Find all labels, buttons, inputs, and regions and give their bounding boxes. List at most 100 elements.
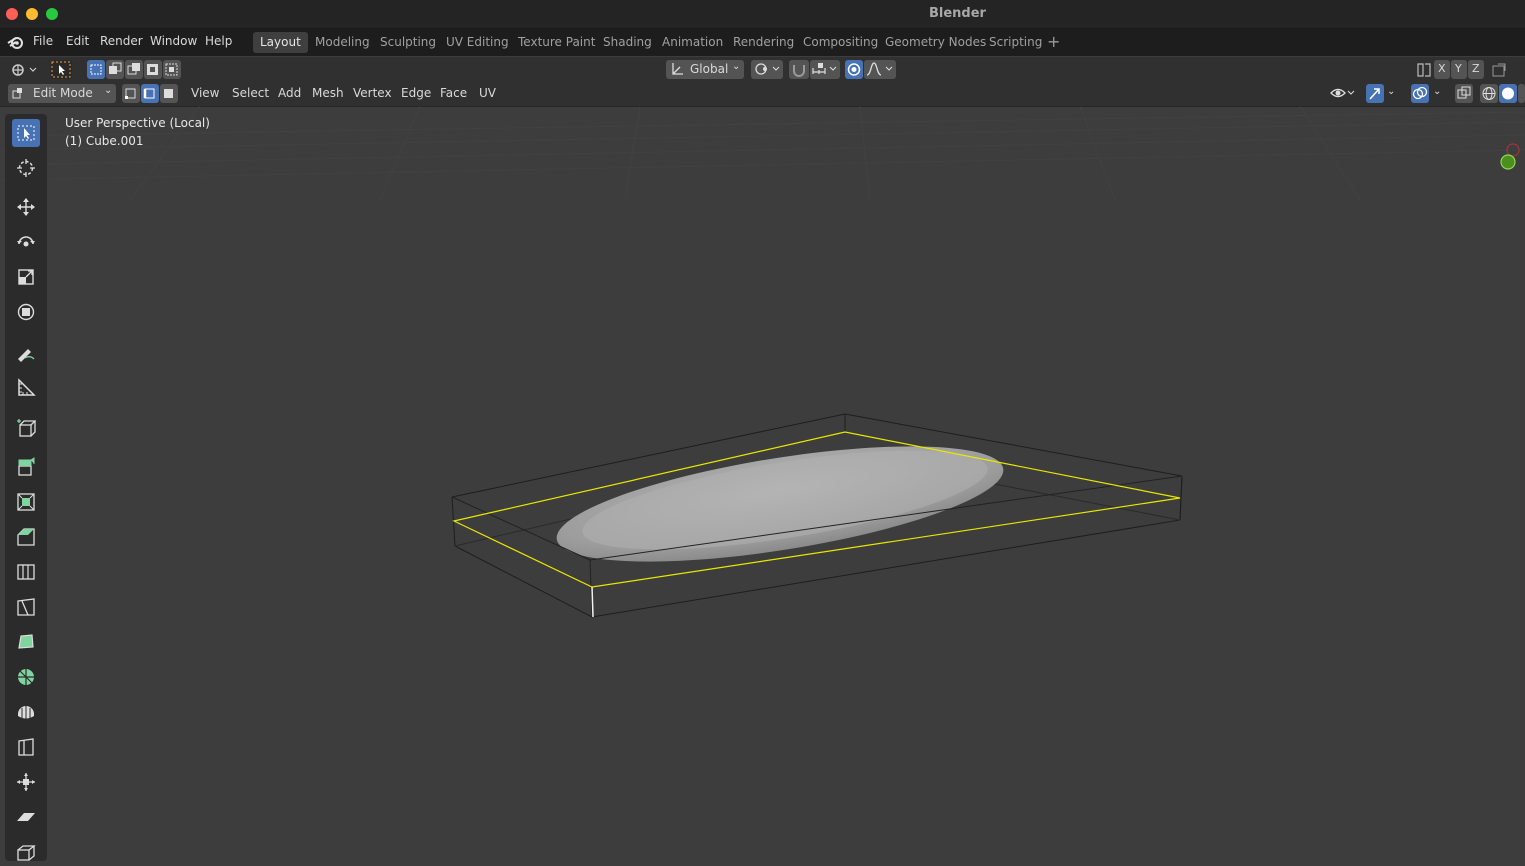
transform-tool[interactable] [12,298,40,326]
blender-logo-icon[interactable] [7,34,24,54]
select-mode-new-icon[interactable] [87,60,105,79]
active-object-label: (1) Cube.001 [65,134,144,148]
tab-modeling[interactable]: Modeling [308,32,377,53]
proportional-editing-toggle[interactable] [845,60,863,79]
rotate-tool[interactable] [12,228,40,256]
select-mode-invert-icon[interactable] [144,60,162,79]
material-shading-icon[interactable] [1518,84,1525,103]
pivot-point-dropdown[interactable] [751,60,783,79]
tab-compositing[interactable]: Compositing [796,32,885,53]
tab-shading[interactable]: Shading [596,32,659,53]
xray-toggle-icon[interactable] [1455,84,1473,103]
move-tool[interactable] [12,193,40,221]
select-box-tool[interactable] [12,119,40,147]
select-box-icon [17,125,35,141]
window-title: Blender [929,6,986,21]
select-mode-subtract-icon[interactable] [125,60,143,79]
menu-file[interactable]: File [33,34,53,48]
tab-scripting[interactable]: Scripting [982,32,1049,53]
mirror-x-toggle[interactable]: X [1434,60,1450,79]
tab-geometry-nodes[interactable]: Geometry Nodes [878,32,993,53]
floor-grid [0,106,1525,201]
knife-tool[interactable] [12,593,40,621]
menu-vertex[interactable]: Vertex [353,86,392,100]
annotate-tool[interactable] [12,339,40,367]
tab-layout[interactable]: Layout [253,32,308,53]
inset-icon [17,493,35,511]
menu-add[interactable]: Add [278,86,301,100]
tab-texture-paint[interactable]: Texture Paint [511,32,602,53]
smooth-icon [18,706,34,719]
vertex-select-mode[interactable] [122,84,140,103]
inset-faces-tool[interactable] [12,488,40,516]
spin-tool[interactable] [12,663,40,691]
smooth-tool[interactable] [12,698,40,726]
select-mode-intersect-icon[interactable] [163,60,181,79]
menu-edit[interactable]: Edit [66,34,89,48]
active-tool-icon[interactable] [50,60,72,79]
loop-cut-tool[interactable] [12,558,40,586]
transform-orientation-dropdown[interactable]: Global ⌄ [666,60,744,79]
rotate-icon [17,236,35,247]
shear-tool[interactable] [12,803,40,831]
edge-select-mode[interactable] [141,84,159,103]
measure-tool[interactable] [12,374,40,402]
menu-view[interactable]: View [191,86,219,100]
menu-mesh[interactable]: Mesh [312,86,344,100]
tab-animation[interactable]: Animation [655,32,730,53]
menu-render[interactable]: Render [100,34,143,48]
add-cube-tool[interactable] [12,414,40,442]
loop-cut-icon [17,564,35,580]
snap-target-dropdown[interactable] [810,60,840,79]
tab-sculpting[interactable]: Sculpting [373,32,443,53]
edit-mode-icon [11,86,25,103]
cursor-icon [17,159,35,177]
tab-uv-editing[interactable]: UV Editing [439,32,516,53]
scale-tool[interactable] [12,263,40,291]
wireframe-shading-icon[interactable] [1480,84,1498,103]
navigation-gizmo[interactable] [1500,143,1520,170]
bevel-tool[interactable] [12,523,40,551]
snap-toggle[interactable] [789,60,809,79]
overlays-toggle-icon[interactable] [1411,84,1429,103]
editor-type-icon[interactable] [8,60,38,79]
sculpted-mesh[interactable] [550,423,1011,585]
chevron-down-icon[interactable]: ⌄ [1433,86,1441,97]
menu-select[interactable]: Select [232,86,269,100]
poly-build-tool[interactable] [12,628,40,656]
chevron-down-icon: ⌄ [104,85,113,96]
cursor-tool[interactable] [12,154,40,182]
mirror-z-toggle[interactable]: Z [1468,60,1484,79]
shrink-fatten-tool[interactable] [12,768,40,796]
face-select-mode[interactable] [160,84,178,103]
edge-slide-icon [18,738,34,756]
visibility-eye-icon[interactable] [1329,84,1359,106]
extrude-region-tool[interactable] [12,453,40,481]
edge-slide-tool[interactable] [12,733,40,761]
mirror-icon[interactable] [1415,61,1433,82]
rip-region-icon [17,845,36,861]
tab-rendering[interactable]: Rendering [726,32,801,53]
viewport-header: Edit Mode ⌄ View Select Add Mesh Vertex … [0,82,1525,107]
mirror-y-toggle[interactable]: Y [1451,60,1467,79]
menu-uv[interactable]: UV [479,86,496,100]
solid-shading-icon[interactable] [1499,84,1517,103]
rip-region-tool[interactable] [12,838,40,866]
options-icon[interactable] [1490,61,1508,82]
chevron-down-icon[interactable]: ⌄ [1387,86,1395,97]
menu-face[interactable]: Face [440,86,467,100]
title-bar: Blender [0,0,1525,29]
proportional-falloff-dropdown[interactable] [864,60,896,79]
scale-icon [18,269,34,285]
add-cube-icon [17,419,36,437]
orientation-icon [670,61,684,80]
3d-viewport[interactable] [0,106,1525,861]
shear-icon [17,813,35,821]
select-mode-extend-icon[interactable] [106,60,124,79]
add-workspace-icon[interactable]: + [1047,32,1060,51]
menu-window[interactable]: Window [150,34,197,48]
mode-dropdown[interactable]: Edit Mode ⌄ [8,84,116,103]
menu-help[interactable]: Help [205,34,232,48]
menu-edge[interactable]: Edge [401,86,431,100]
gizmo-toggle-icon[interactable] [1366,84,1384,103]
